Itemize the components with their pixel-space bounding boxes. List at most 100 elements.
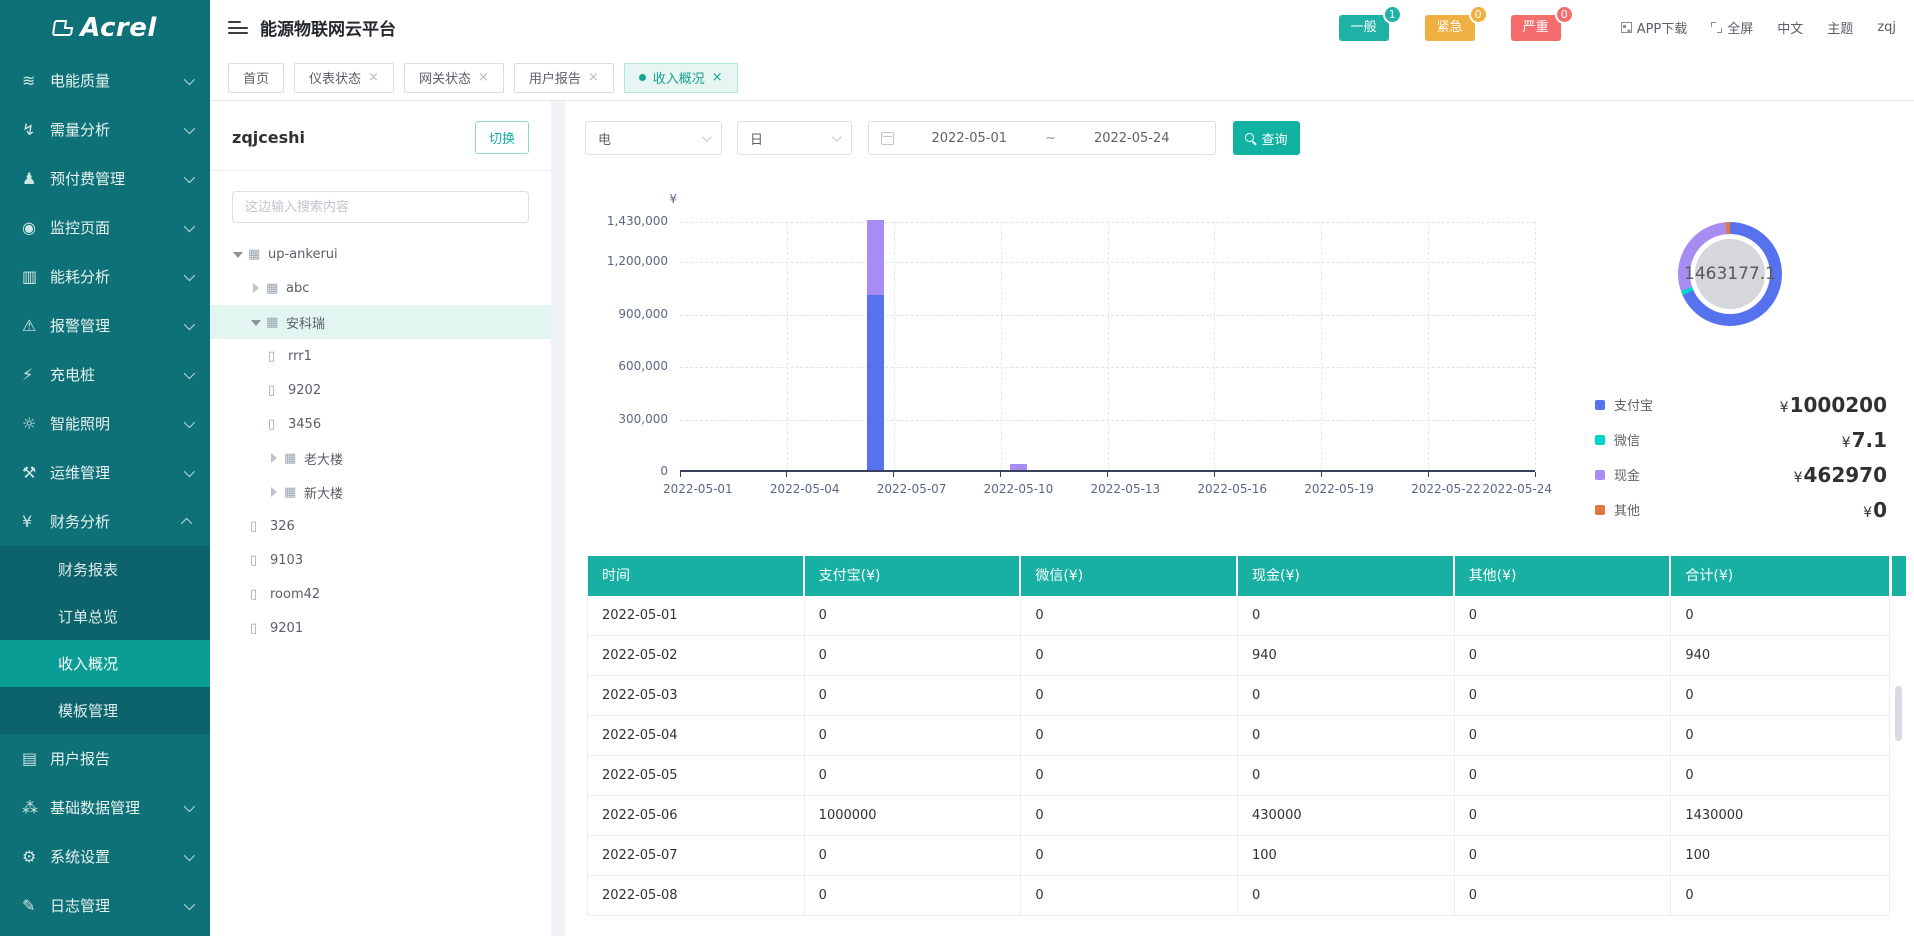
sidebar-subitem-0[interactable]: 财务报表 — [0, 546, 210, 593]
tree-node-label: 安科瑞 — [286, 313, 325, 332]
sidebar-item-13[interactable]: ✎日志管理 — [0, 881, 210, 930]
energy-type-select[interactable]: 电 — [585, 121, 722, 155]
table-row-2022-05-01[interactable]: 2022-05-0100000 — [588, 596, 1889, 636]
table-cell: 0 — [1671, 876, 1889, 915]
table-cell: 0 — [1021, 676, 1238, 715]
bar-现金-2022-05-06[interactable] — [867, 220, 884, 295]
sidebar-item-4[interactable]: ▥能耗分析 — [0, 252, 210, 301]
chevron-down-icon — [184, 898, 195, 909]
sidebar-item-8[interactable]: ⚒运维管理 — [0, 448, 210, 497]
table-row-2022-05-04[interactable]: 2022-05-0400000 — [588, 716, 1889, 756]
sidebar-item-1[interactable]: ↯需量分析 — [0, 105, 210, 154]
table-row-2022-05-08[interactable]: 2022-05-0800000 — [588, 876, 1889, 916]
tree-node-老大楼[interactable]: ▦老大楼 — [210, 441, 551, 475]
table-header-1: 支付宝(¥) — [805, 556, 1022, 596]
tree-expand-arrow-icon[interactable] — [250, 317, 266, 327]
table-cell: 0 — [1455, 596, 1672, 635]
tree-collapse-arrow-icon[interactable] — [268, 453, 284, 463]
sidebar-item-2[interactable]: ♟预付费管理 — [0, 154, 210, 203]
tab-2[interactable]: 网关状态× — [404, 63, 504, 93]
table-cell: 0 — [1021, 876, 1238, 915]
table-scrollbar[interactable] — [1895, 686, 1902, 741]
sidebar-item-0[interactable]: ≋电能质量 — [0, 56, 210, 105]
table-cell: 0 — [1671, 596, 1889, 635]
tree-node-rrr1[interactable]: ▯rrr1 — [210, 339, 551, 373]
table-row-2022-05-07[interactable]: 2022-05-07001000100 — [588, 836, 1889, 876]
sidebar-item-11[interactable]: ⁂基础数据管理 — [0, 783, 210, 832]
table-cell: 0 — [1455, 716, 1672, 755]
tree-collapse-arrow-icon[interactable] — [268, 487, 284, 497]
sidebar-item-3[interactable]: ◉监控页面 — [0, 203, 210, 252]
legend-item-其他[interactable]: 其他¥0 — [1595, 492, 1887, 527]
bar-chart: 0300,000600,000900,0001,200,0001,430,000… — [680, 222, 1535, 472]
table-row-2022-05-02[interactable]: 2022-05-02009400940 — [588, 636, 1889, 676]
table-cell: 940 — [1671, 636, 1889, 675]
table-cell: 0 — [1021, 636, 1238, 675]
date-separator: ~ — [1041, 131, 1061, 146]
tab-0[interactable]: 首页 — [228, 63, 284, 93]
query-button[interactable]: 查询 — [1233, 121, 1300, 155]
tab-1[interactable]: 仪表状态× — [294, 63, 394, 93]
header-link-1[interactable]: 全屏 — [1711, 18, 1753, 37]
date-range-picker[interactable]: 2022-05-01 ~ 2022-05-24 — [868, 121, 1216, 155]
tab-close-icon[interactable]: × — [712, 71, 723, 84]
header-link-3[interactable]: 主题 — [1827, 18, 1853, 37]
sidebar-item-9[interactable]: ¥财务分析 — [0, 497, 210, 546]
tree-node-room42[interactable]: ▯room42 — [210, 577, 551, 611]
tree-node-abc[interactable]: ▦abc — [210, 271, 551, 305]
tab-close-icon[interactable]: × — [588, 71, 599, 84]
alarm-button-critical[interactable]: 严重0 — [1511, 15, 1561, 41]
tab-4[interactable]: 收入概况× — [624, 63, 738, 93]
table-row-2022-05-06[interactable]: 2022-05-061000000043000001430000 — [588, 796, 1889, 836]
table-row-2022-05-03[interactable]: 2022-05-0300000 — [588, 676, 1889, 716]
tree-search-input[interactable] — [232, 191, 529, 223]
sidebar-item-7[interactable]: ☼智能照明 — [0, 399, 210, 448]
alarm-button-urgent[interactable]: 紧急0 — [1425, 15, 1475, 41]
sidebar-subitem-3[interactable]: 模板管理 — [0, 687, 210, 734]
table-row-2022-05-05[interactable]: 2022-05-0500000 — [588, 756, 1889, 796]
bar-现金-2022-05-10[interactable] — [1010, 464, 1027, 470]
date-end[interactable]: 2022-05-24 — [1061, 131, 1204, 146]
tree-expand-arrow-icon[interactable] — [232, 249, 248, 259]
sidebar-item-10[interactable]: ▤用户报告 — [0, 734, 210, 783]
tree-node-label: 326 — [270, 519, 295, 534]
tree-node-新大楼[interactable]: ▦新大楼 — [210, 475, 551, 509]
legend-item-支付宝[interactable]: 支付宝¥1000200 — [1595, 387, 1887, 422]
switch-button[interactable]: 切换 — [475, 121, 529, 154]
header-link-4[interactable]: zqj — [1877, 20, 1896, 35]
tab-3[interactable]: 用户报告× — [514, 63, 614, 93]
sidebar-item-6[interactable]: ⚡充电桩 — [0, 350, 210, 399]
tree-node-9202[interactable]: ▯9202 — [210, 373, 551, 407]
tree-node-9103[interactable]: ▯9103 — [210, 543, 551, 577]
x-axis-tick — [680, 472, 681, 477]
table-cell: 0 — [1238, 876, 1455, 915]
tree-node-安科瑞[interactable]: ▦安科瑞 — [210, 305, 551, 339]
acrel-logo-icon — [52, 20, 74, 36]
sidebar-subitem-2[interactable]: 收入概况 — [0, 640, 210, 687]
tab-close-icon[interactable]: × — [478, 71, 489, 84]
table-cell: 430000 — [1238, 796, 1455, 835]
tab-close-icon[interactable]: × — [368, 71, 379, 84]
donut-chart: 1463177.1 — [1678, 222, 1782, 326]
tree-node-up-ankerui[interactable]: ▦up-ankerui — [210, 237, 551, 271]
alarm-button-general[interactable]: 一般1 — [1339, 15, 1389, 41]
bar-支付宝-2022-05-06[interactable] — [867, 295, 884, 470]
sidebar-subitem-1[interactable]: 订单总览 — [0, 593, 210, 640]
header: 能源物联网云平台 一般1紧急0严重0APP下载全屏中文主题zqj — [210, 0, 1914, 55]
header-link-0[interactable]: APP下载 — [1621, 18, 1688, 37]
table-cell: 0 — [1455, 636, 1672, 675]
tree-node-3456[interactable]: ▯3456 — [210, 407, 551, 441]
sidebar-item-5[interactable]: ⚠报警管理 — [0, 301, 210, 350]
tree-node-9201[interactable]: ▯9201 — [210, 611, 551, 645]
tree-node-326[interactable]: ▯326 — [210, 509, 551, 543]
table-header-3: 现金(¥) — [1238, 556, 1455, 596]
legend-item-现金[interactable]: 现金¥462970 — [1595, 457, 1887, 492]
chart-legend: 支付宝¥1000200微信¥7.1现金¥462970其他¥0 — [1595, 387, 1887, 527]
date-start[interactable]: 2022-05-01 — [898, 131, 1041, 146]
header-link-2[interactable]: 中文 — [1777, 18, 1803, 37]
granularity-select[interactable]: 日 — [737, 121, 852, 155]
sidebar-collapse-icon[interactable] — [228, 21, 248, 34]
legend-item-微信[interactable]: 微信¥7.1 — [1595, 422, 1887, 457]
sidebar-item-12[interactable]: ⚙系统设置 — [0, 832, 210, 881]
tree-collapse-arrow-icon[interactable] — [250, 283, 266, 293]
